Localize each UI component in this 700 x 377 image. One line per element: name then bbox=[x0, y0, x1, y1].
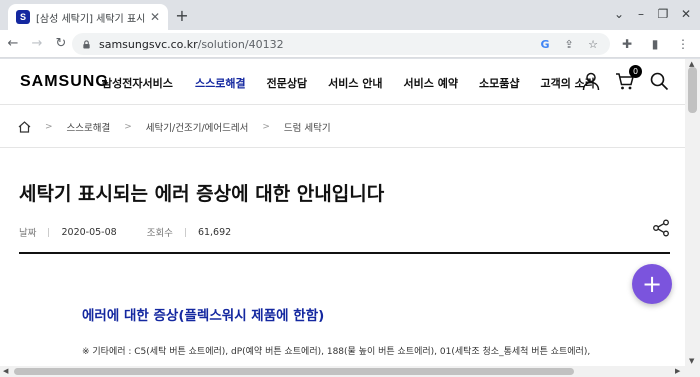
user-icon[interactable] bbox=[581, 71, 601, 91]
breadcrumb-product[interactable]: 드럼 세탁기 bbox=[284, 120, 331, 134]
cart-button[interactable]: 0 bbox=[615, 65, 642, 91]
google-translate-icon[interactable]: G bbox=[538, 37, 552, 51]
share-page-icon[interactable]: ⇪ bbox=[562, 37, 576, 51]
browser-toolbar: ← → ↻ samsungsvc.co.kr/solution/40132 G … bbox=[0, 30, 700, 58]
error-note: ※ 기타에러 : C5(세탁 버튼 쇼트에러), dP(예약 버튼 쇼트에러),… bbox=[82, 347, 591, 357]
service-name[interactable]: 삼성전자서비스 bbox=[102, 75, 173, 91]
nav-service-info[interactable]: 서비스 안내 bbox=[328, 75, 382, 91]
breadcrumb-category[interactable]: 세탁기/건조기/에어드레서 bbox=[146, 120, 249, 134]
bookmark-star-icon[interactable]: ☆ bbox=[586, 37, 600, 51]
minimize-button[interactable]: – bbox=[630, 0, 652, 28]
vertical-scrollbar[interactable]: ▲ ▼ bbox=[685, 59, 700, 366]
chevron-right-icon: > bbox=[124, 121, 132, 132]
vertical-scroll-thumb[interactable] bbox=[688, 67, 697, 113]
tab-close-icon[interactable]: ✕ bbox=[150, 10, 160, 24]
title-divider bbox=[19, 252, 670, 254]
back-button[interactable]: ← bbox=[2, 33, 24, 55]
section-heading: 에러에 대한 증상(플렉스워시 제품에 한함) bbox=[82, 308, 325, 324]
scroll-left-icon[interactable]: ◀ bbox=[3, 367, 8, 375]
samsung-logo[interactable]: SAMSUNG bbox=[20, 73, 109, 91]
chevron-right-icon: > bbox=[262, 121, 270, 132]
breadcrumb: > 스스로해결 > 세탁기/건조기/에어드레서 > 드럼 세탁기 bbox=[0, 106, 685, 148]
views-value: 61,692 bbox=[197, 226, 232, 238]
horizontal-scroll-thumb[interactable] bbox=[14, 368, 574, 375]
new-tab-button[interactable]: + bbox=[174, 8, 190, 24]
home-icon[interactable] bbox=[18, 120, 31, 133]
extensions-icon[interactable]: ✚ bbox=[616, 33, 638, 55]
side-panel-icon[interactable]: ▮ bbox=[644, 33, 666, 55]
lock-icon bbox=[83, 39, 90, 49]
search-icon[interactable] bbox=[649, 71, 669, 91]
reload-button[interactable]: ↻ bbox=[50, 33, 72, 55]
article-meta: 날짜 2020-05-08 조회수 61,692 bbox=[19, 225, 232, 240]
samsung-favicon-icon: S bbox=[16, 10, 30, 24]
forward-button[interactable]: → bbox=[26, 33, 48, 55]
floating-plus-button[interactable]: + bbox=[632, 264, 672, 304]
browser-tab[interactable]: S [삼성 세탁기] 세탁기 표시되는 에러 ✕ bbox=[8, 4, 168, 30]
scroll-down-icon[interactable]: ▼ bbox=[689, 357, 694, 365]
main-nav: 스스로해결 전문상담 서비스 안내 서비스 예약 소모품샵 고객의 소리 bbox=[195, 75, 616, 91]
url-text: samsungsvc.co.kr/solution/40132 bbox=[99, 37, 284, 51]
date-label: 날짜 bbox=[19, 228, 37, 239]
tab-title: [삼성 세탁기] 세탁기 표시되는 에러 bbox=[36, 13, 146, 25]
views-label: 조회수 bbox=[146, 228, 173, 239]
breadcrumb-self-help[interactable]: 스스로해결 bbox=[67, 120, 111, 134]
horizontal-scrollbar[interactable]: ◀ ▶ bbox=[0, 366, 700, 377]
date-value: 2020-05-08 bbox=[61, 226, 117, 238]
nav-consultation[interactable]: 전문상담 bbox=[267, 75, 307, 91]
nav-parts-shop[interactable]: 소모품샵 bbox=[479, 75, 519, 91]
scroll-right-icon[interactable]: ▶ bbox=[675, 367, 680, 375]
address-bar[interactable]: samsungsvc.co.kr/solution/40132 G ⇪ ☆ bbox=[72, 33, 610, 55]
browser-tabstrip: S [삼성 세탁기] 세탁기 표시되는 에러 ✕ + ⌄ – ❐ ✕ bbox=[0, 0, 700, 30]
nav-reservation[interactable]: 서비스 예약 bbox=[404, 75, 458, 91]
share-icon[interactable] bbox=[652, 219, 670, 237]
page-viewport: SAMSUNG 삼성전자서비스 스스로해결 전문상담 서비스 안내 서비스 예약… bbox=[0, 59, 685, 366]
menu-icon[interactable]: ⋮ bbox=[672, 33, 694, 55]
plus-icon: + bbox=[641, 270, 663, 298]
chevron-right-icon: > bbox=[45, 121, 53, 132]
close-window-button[interactable]: ✕ bbox=[675, 0, 697, 28]
cart-count-badge: 0 bbox=[629, 65, 642, 78]
tab-search-icon[interactable]: ⌄ bbox=[608, 0, 630, 28]
site-header: SAMSUNG 삼성전자서비스 스스로해결 전문상담 서비스 안내 서비스 예약… bbox=[0, 59, 685, 105]
nav-self-help[interactable]: 스스로해결 bbox=[195, 75, 246, 91]
restore-button[interactable]: ❐ bbox=[652, 0, 674, 28]
article-title: 세탁기 표시되는 에러 증상에 대한 안내입니다 bbox=[19, 183, 385, 205]
